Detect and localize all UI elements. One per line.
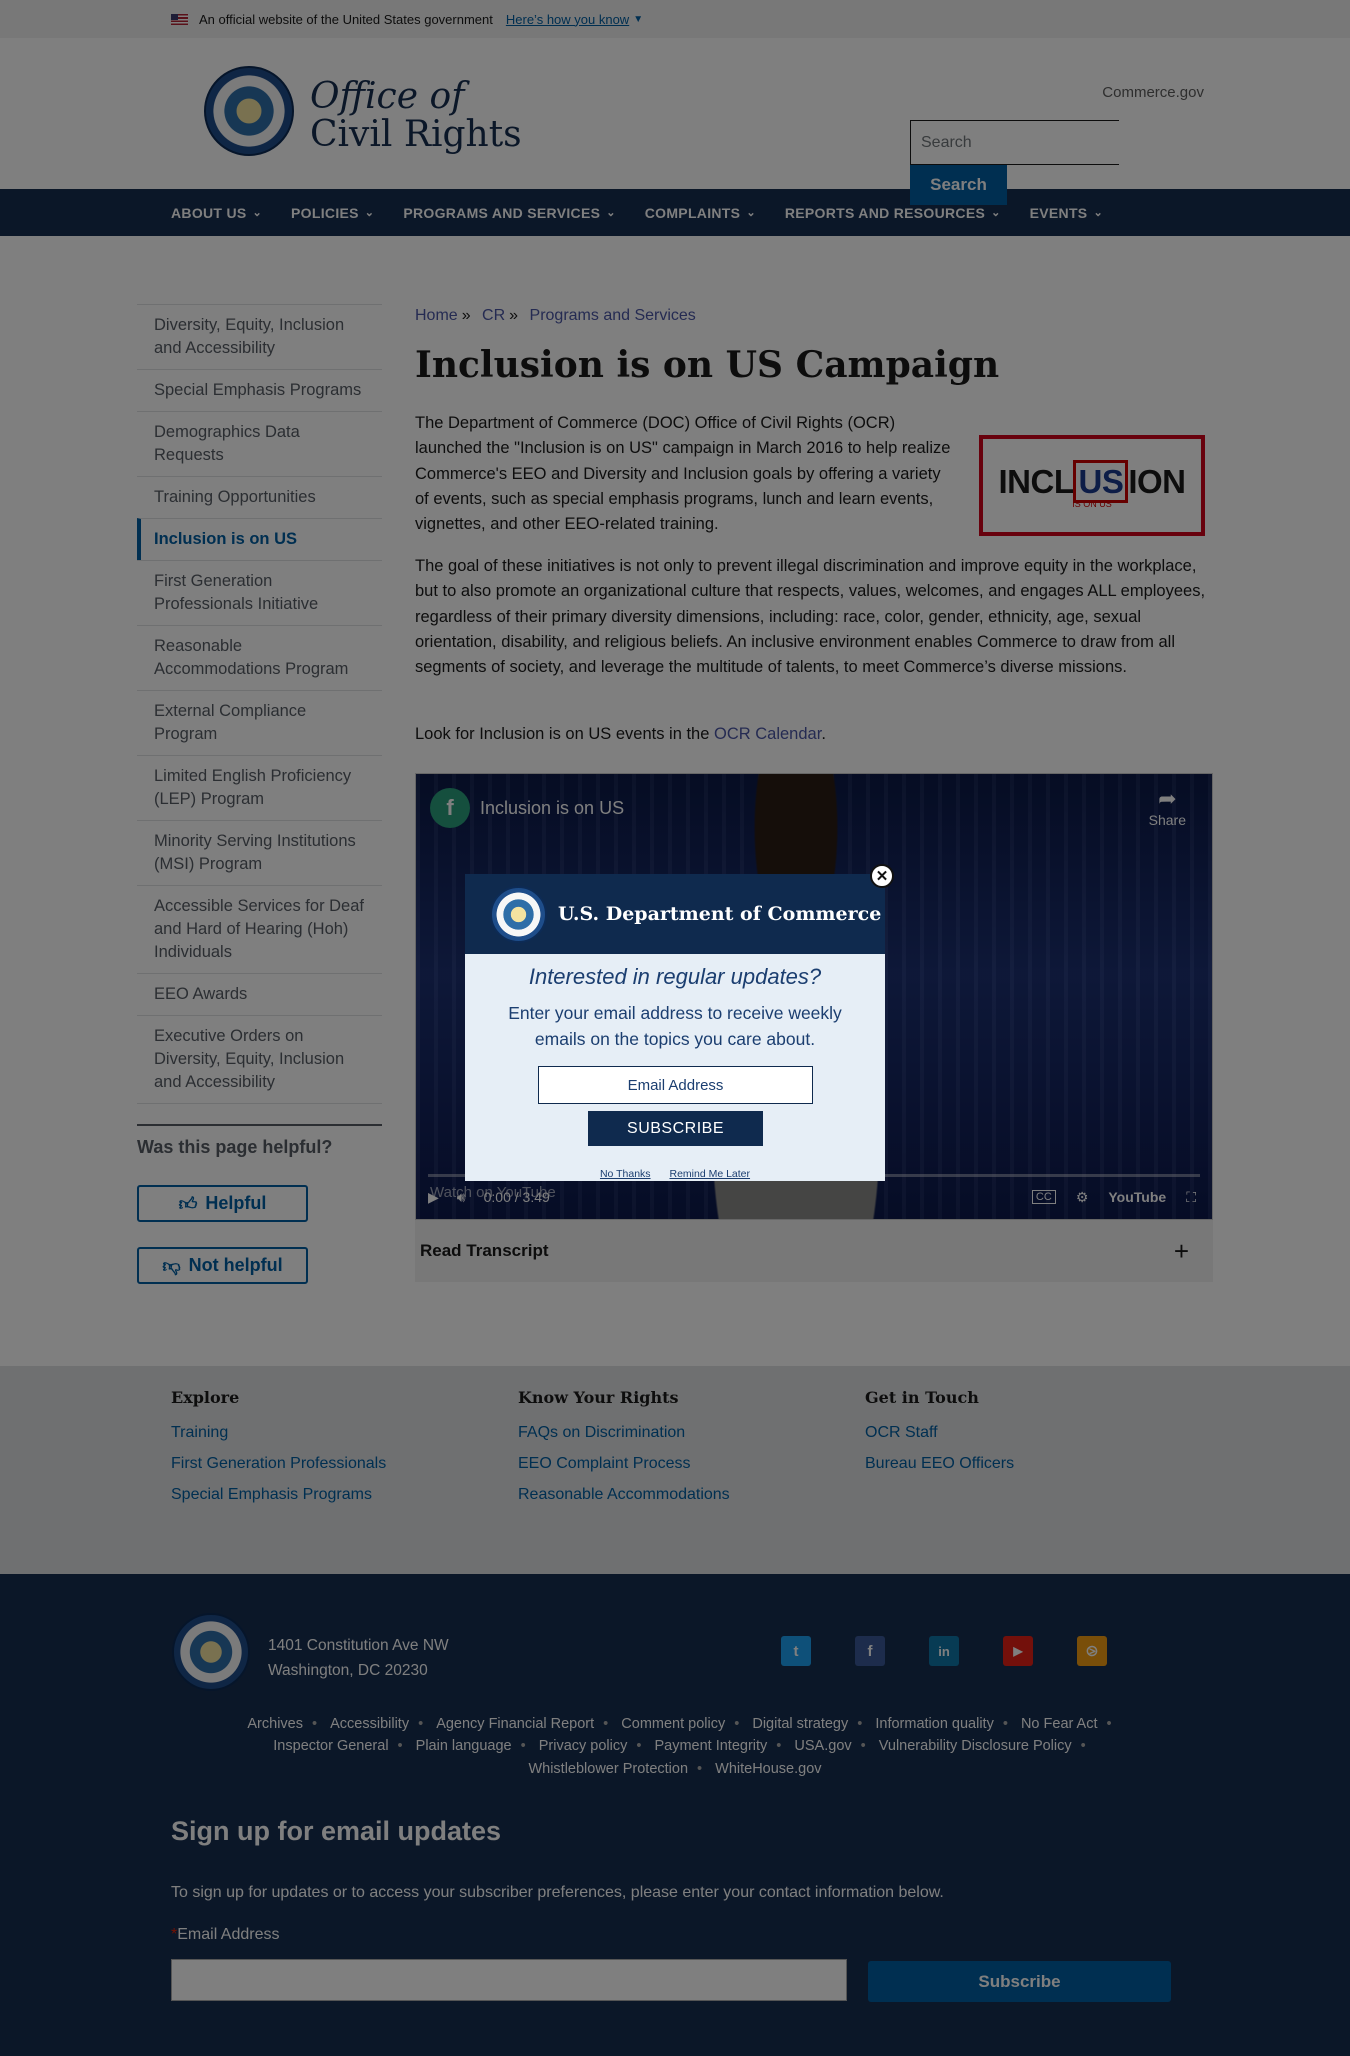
commerce-seal-logo: [490, 885, 547, 943]
modal-header: U.S. Department of Commerce: [465, 874, 885, 954]
close-icon[interactable]: ✕: [870, 864, 894, 888]
modal-email-input[interactable]: Email Address: [538, 1066, 813, 1104]
subscribe-modal: U.S. Department of Commerce Interested i…: [465, 874, 885, 1181]
modal-description: Enter your email address to receive week…: [508, 1003, 842, 1049]
modal-subscribe-button[interactable]: SUBSCRIBE: [588, 1111, 763, 1146]
no-thanks-link[interactable]: No Thanks: [600, 1168, 651, 1180]
modal-secondary-links: No Thanks Remind Me Later: [465, 1168, 885, 1180]
modal-question: Interested in regular updates?: [528, 964, 822, 989]
remind-later-link[interactable]: Remind Me Later: [669, 1168, 750, 1180]
modal-title: U.S. Department of Commerce: [558, 903, 882, 925]
